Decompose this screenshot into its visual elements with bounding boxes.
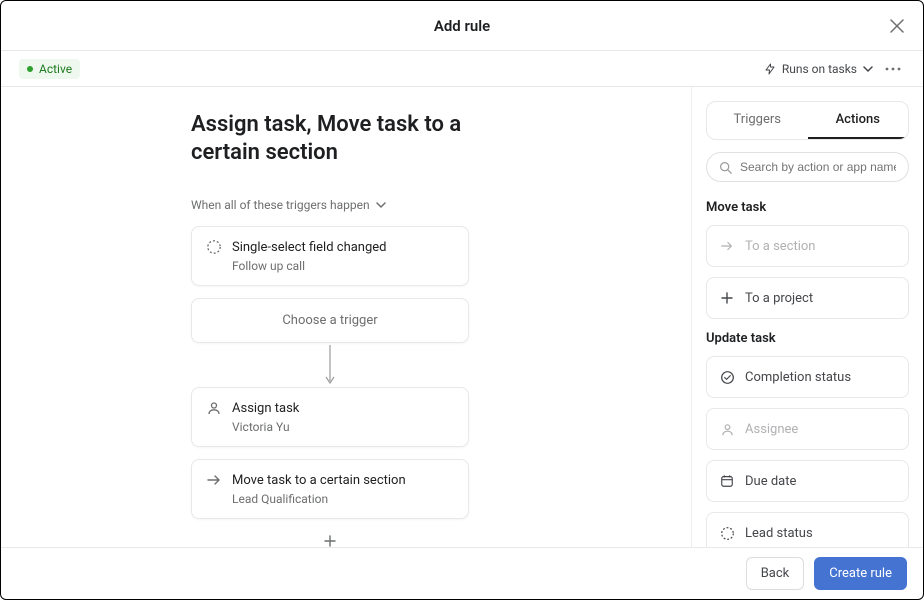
- action-item-label: Completion status: [745, 370, 851, 385]
- actions-panel: Triggers Actions Move task To a section …: [691, 87, 923, 547]
- status-dot-icon: [27, 66, 33, 72]
- person-icon: [206, 400, 222, 416]
- action-due-date[interactable]: Due date: [706, 460, 909, 502]
- chevron-down-icon: [863, 64, 873, 74]
- more-icon: [885, 67, 901, 71]
- create-rule-button[interactable]: Create rule: [814, 557, 907, 590]
- search-input[interactable]: [740, 160, 896, 174]
- close-button[interactable]: [885, 14, 909, 38]
- actions-list[interactable]: Move task To a section To a project Upda…: [692, 196, 923, 547]
- trigger-card[interactable]: Single-select field changed Follow up ca…: [191, 226, 469, 286]
- action-card[interactable]: Assign task Victoria Yu: [191, 387, 469, 447]
- tab-triggers[interactable]: Triggers: [707, 102, 808, 139]
- choose-trigger-button[interactable]: Choose a trigger: [191, 298, 469, 343]
- status-pill[interactable]: Active: [19, 59, 80, 79]
- group-label: Update task: [706, 331, 909, 346]
- arrow-down-icon: [324, 343, 336, 387]
- tab-actions[interactable]: Actions: [808, 102, 909, 139]
- connector-arrow: [191, 343, 469, 387]
- check-circle-icon: [719, 369, 735, 385]
- main-area: Assign task, Move task to a certain sect…: [1, 87, 923, 547]
- action-to-project[interactable]: To a project: [706, 277, 909, 319]
- rule-title: Assign task, Move task to a certain sect…: [191, 111, 491, 166]
- action-item-label: To a project: [745, 291, 813, 306]
- action-to-section[interactable]: To a section: [706, 225, 909, 267]
- action-item-label: To a section: [745, 239, 815, 254]
- circle-dash-icon: [719, 525, 735, 541]
- back-button[interactable]: Back: [746, 557, 805, 590]
- plus-icon: [324, 535, 336, 547]
- action-lead-status[interactable]: Lead status: [706, 512, 909, 547]
- action-item-label: Lead status: [745, 526, 813, 541]
- circle-dash-icon: [206, 239, 222, 255]
- footer: Back Create rule: [1, 547, 923, 599]
- trigger-condition-label: When all of these triggers happen: [191, 198, 370, 212]
- add-step-button[interactable]: [191, 531, 469, 547]
- runs-on-dropdown[interactable]: Runs on tasks: [764, 62, 873, 76]
- plus-icon: [719, 290, 735, 306]
- action-label: Move task to a certain section: [232, 473, 406, 488]
- trigger-condition-dropdown[interactable]: When all of these triggers happen: [191, 198, 386, 212]
- action-sub: Victoria Yu: [232, 420, 454, 434]
- action-card[interactable]: Move task to a certain section Lead Qual…: [191, 459, 469, 519]
- lightning-icon: [764, 63, 776, 75]
- search-icon: [719, 161, 732, 174]
- rule-canvas[interactable]: Assign task, Move task to a certain sect…: [1, 87, 691, 547]
- status-label: Active: [39, 62, 72, 76]
- panel-tabs: Triggers Actions: [706, 101, 909, 140]
- action-sub: Lead Qualification: [232, 492, 454, 506]
- search-input-wrapper[interactable]: [706, 152, 909, 182]
- trigger-label: Single-select field changed: [232, 240, 387, 255]
- action-item-label: Assignee: [745, 422, 798, 437]
- modal-header: Add rule: [1, 1, 923, 51]
- action-assignee[interactable]: Assignee: [706, 408, 909, 450]
- action-item-label: Due date: [745, 474, 796, 489]
- arrow-right-icon: [206, 472, 222, 488]
- modal-title: Add rule: [434, 17, 490, 35]
- more-menu-button[interactable]: [881, 57, 905, 81]
- chevron-down-icon: [376, 200, 386, 210]
- action-completion-status[interactable]: Completion status: [706, 356, 909, 398]
- calendar-icon: [719, 473, 735, 489]
- group-label: Move task: [706, 200, 909, 215]
- arrow-right-icon: [719, 238, 735, 254]
- close-icon: [890, 19, 904, 33]
- toolbar: Active Runs on tasks: [1, 51, 923, 87]
- action-label: Assign task: [232, 401, 299, 416]
- trigger-sub: Follow up call: [232, 259, 454, 273]
- runs-on-label: Runs on tasks: [782, 62, 857, 76]
- person-icon: [719, 421, 735, 437]
